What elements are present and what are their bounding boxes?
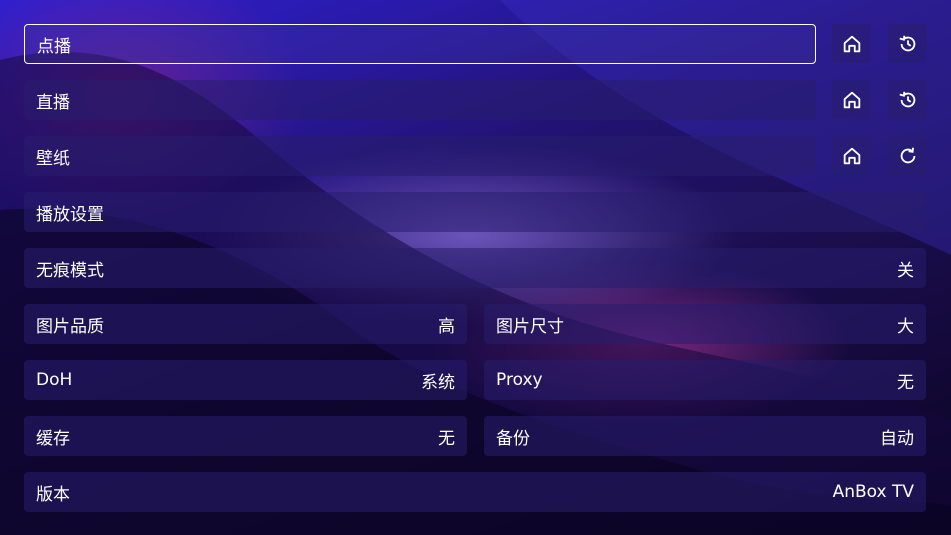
incognito-value: 关 xyxy=(897,260,914,281)
cache-label: 缓存 xyxy=(36,428,70,449)
cache-row[interactable]: 缓存 无 xyxy=(24,416,467,456)
wallpaper-refresh-button[interactable] xyxy=(888,136,927,175)
player-settings-row[interactable]: 播放设置 xyxy=(24,192,926,232)
backup-label: 备份 xyxy=(496,428,530,449)
vod-home-button[interactable] xyxy=(832,24,871,63)
live-home-button[interactable] xyxy=(832,80,871,119)
proxy-row[interactable]: Proxy 无 xyxy=(484,360,926,400)
image-size-row[interactable]: 图片尺寸 大 xyxy=(484,304,926,344)
history-icon xyxy=(898,35,915,51)
proxy-label: Proxy xyxy=(496,370,543,390)
incognito-row[interactable]: 无痕模式 关 xyxy=(24,248,926,288)
doh-label: DoH xyxy=(36,370,73,390)
vod-site-row[interactable]: 点播 xyxy=(24,24,816,64)
image-size-value: 大 xyxy=(897,316,914,337)
proxy-value: 无 xyxy=(897,372,914,393)
cache-value: 无 xyxy=(438,428,455,449)
incognito-label: 无痕模式 xyxy=(36,260,104,281)
version-row[interactable]: 版本 AnBox TV xyxy=(24,472,926,512)
version-value: AnBox TV xyxy=(832,482,914,502)
doh-value: 系统 xyxy=(421,372,455,393)
home-icon xyxy=(843,147,860,164)
wallpaper-row[interactable]: 壁纸 xyxy=(24,136,816,176)
wallpaper-home-button[interactable] xyxy=(832,136,871,175)
backup-row[interactable]: 备份 自动 xyxy=(484,416,926,456)
image-quality-row[interactable]: 图片品质 高 xyxy=(24,304,467,344)
image-quality-label: 图片品质 xyxy=(36,316,104,337)
live-site-row[interactable]: 直播 xyxy=(24,80,816,120)
image-size-label: 图片尺寸 xyxy=(496,316,564,337)
wallpaper-label: 壁纸 xyxy=(36,148,70,169)
player-settings-label: 播放设置 xyxy=(36,204,104,225)
version-label: 版本 xyxy=(36,484,70,505)
doh-row[interactable]: DoH 系统 xyxy=(24,360,467,400)
refresh-icon xyxy=(900,147,915,163)
home-icon xyxy=(843,91,860,108)
live-history-button[interactable] xyxy=(888,80,927,119)
history-icon xyxy=(898,91,915,107)
live-label: 直播 xyxy=(36,92,70,113)
vod-history-button[interactable] xyxy=(888,24,927,63)
home-icon xyxy=(843,35,860,52)
vod-label: 点播 xyxy=(37,36,71,57)
image-quality-value: 高 xyxy=(438,316,455,337)
backup-value: 自动 xyxy=(880,428,914,449)
